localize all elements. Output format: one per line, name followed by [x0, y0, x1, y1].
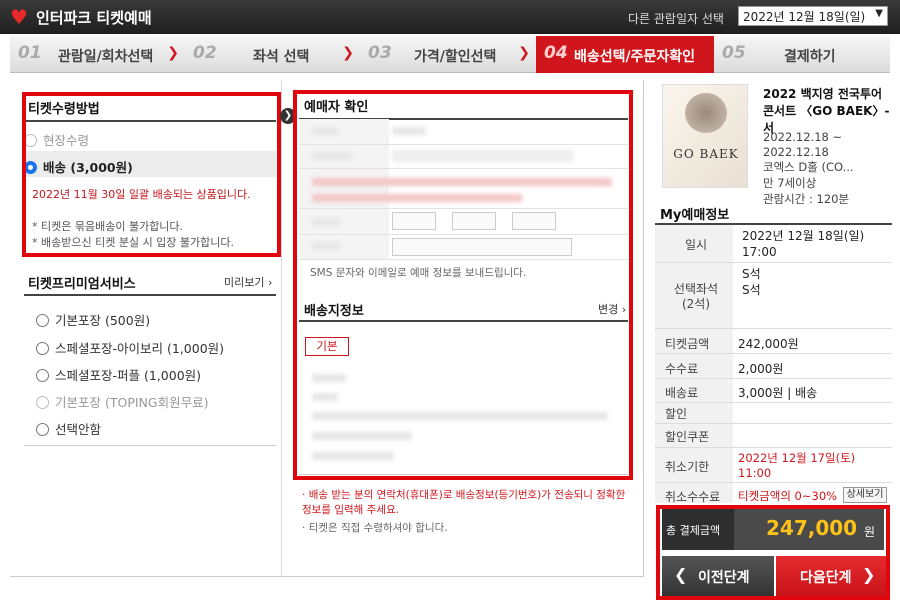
content-right-border [643, 80, 644, 577]
chevron-right-icon: ❯ [167, 45, 179, 61]
content-bottom-border [10, 576, 644, 577]
label-coupon: 할인쿠폰 [665, 430, 710, 444]
step-5[interactable]: 05 결제하기 [714, 36, 890, 73]
premium-option-4[interactable]: 기본포장 (TOPING회원무료) [36, 392, 208, 411]
label-datetime: 일시 [684, 238, 708, 252]
label-ticket-price: 티켓금액 [665, 337, 710, 351]
row-divider [655, 353, 892, 354]
row-divider [655, 423, 892, 424]
preview-link[interactable]: 미리보기 › [224, 274, 272, 290]
premium-option-5[interactable]: 선택안함 [36, 419, 101, 438]
show-venue: 코엑스 D홀 (CO... [763, 160, 854, 174]
step-1[interactable]: 01 관람일/회차선택 ❯ [10, 36, 185, 73]
poster-title: GO BAEK [673, 147, 739, 161]
label-discount: 할인 [665, 407, 688, 421]
premium-option-1[interactable]: 기본포장 (500원) [36, 310, 150, 329]
option-label: 스페셜포장-아이보리 (1,000원) [55, 341, 225, 356]
chevron-right-icon: ❯ [342, 45, 354, 61]
value-fee: 2,000원 [738, 362, 784, 376]
radio-icon [36, 342, 49, 355]
value-seats: S석 S석 [742, 267, 761, 297]
option-label: 기본포장 (500원) [55, 313, 151, 328]
row-divider [655, 262, 892, 263]
step-label: 결제하기 [784, 49, 836, 65]
step-label: 가격/할인선택 [414, 49, 497, 65]
divider [24, 445, 276, 446]
date-select-value: 2022년 12월 18일(일) [743, 10, 866, 24]
value-cancel-deadline: 2022년 12월 17일(토) 11:00 [738, 451, 856, 480]
label-seats: 선택좌석 (2석) [673, 282, 719, 311]
row-divider [655, 402, 892, 403]
mid-note-text: 티켓은 직접 수령하셔야 합니다. [308, 522, 448, 534]
highlight-box [293, 90, 633, 480]
step-4-active[interactable]: 04 배송선택/주문자확인 [536, 36, 714, 73]
label-shipping: 배송료 [665, 386, 699, 400]
step-label: 관람일/회차선택 [58, 49, 154, 65]
other-date-label: 다른 관람일자 선택 [628, 12, 724, 26]
premium-option-2[interactable]: 스페셜포장-아이보리 (1,000원) [36, 338, 224, 357]
radio-icon [36, 423, 49, 436]
step-2[interactable]: 02 좌석 선택 ❯ [185, 36, 360, 73]
highlight-box [22, 92, 281, 257]
value-shipping: 3,000원 | 배송 [738, 386, 818, 400]
poster-portrait [685, 93, 727, 133]
value-datetime: 2022년 12월 18일(일) 17:00 [742, 229, 865, 259]
mid-note-text: 배송 받는 분의 연락처(휴대폰)로 배송정보(등기번호)가 전송되니 정확한 … [302, 489, 626, 516]
label-cancel-deadline: 취소기한 [665, 460, 710, 474]
label-fee: 수수료 [665, 362, 699, 376]
step-number: 03 [368, 43, 392, 63]
step-number: 05 [722, 43, 746, 63]
option-label: 선택안함 [55, 422, 102, 437]
logo-text: 인터파크 티켓예매 [36, 9, 152, 27]
radio-icon [36, 369, 49, 382]
premium-title: 티켓프리미엄서비스 [28, 277, 136, 292]
show-runtime: 관람시간 : 120분 [763, 192, 850, 206]
heart-logo-icon: ♥ [10, 5, 28, 29]
show-dates: 2022.12.18 ~ 2022.12.18 [763, 130, 843, 159]
step-number: 01 [18, 43, 42, 63]
mid-note-2: · 티켓은 직접 수령하셔야 합니다. [302, 522, 448, 534]
chevron-right-icon: › [267, 276, 273, 289]
row-divider [655, 328, 892, 329]
row-divider [655, 447, 892, 448]
date-select[interactable]: 2022년 12월 18일(일) ▼ [738, 6, 888, 26]
premium-option-3[interactable]: 스페셜포장-퍼플 (1,000원) [36, 365, 201, 384]
radio-icon [36, 396, 49, 409]
step-label: 좌석 선택 [253, 49, 310, 65]
label-cancel-fee: 취소수수료 [665, 490, 721, 504]
option-label: 기본포장 (TOPING회원무료) [55, 395, 209, 410]
value-cancel-fee: 티켓금액의 0~30% [738, 489, 838, 503]
step-number: 04 [544, 43, 568, 63]
option-label: 스페셜포장-퍼플 (1,000원) [55, 368, 202, 383]
value-ticket-price: 242,000원 [738, 337, 799, 351]
step-navigation: 01 관람일/회차선택 ❯ 02 좌석 선택 ❯ 03 가격/할인선택 ❯ 04 배송선택/주… [10, 36, 890, 73]
step-label: 배송선택/주문자확인 [574, 49, 696, 65]
step-number: 02 [193, 43, 217, 63]
radio-icon [36, 314, 49, 327]
my-info-title: My예매정보 [660, 208, 730, 223]
show-poster: GO BAEK [662, 84, 748, 188]
divider [24, 294, 276, 296]
chevron-down-icon: ▼ [875, 8, 883, 19]
mid-note-1: · 배송 받는 분의 연락처(휴대폰)로 배송정보(등기번호)가 전송되니 정확… [302, 489, 626, 516]
highlight-box [656, 505, 890, 600]
row-divider [655, 482, 892, 483]
row-divider [655, 378, 892, 379]
chevron-right-icon: ❯ [518, 45, 530, 61]
preview-label: 미리보기 [224, 276, 265, 289]
detail-button[interactable]: 상세보기 [843, 487, 887, 503]
step-3[interactable]: 03 가격/할인선택 ❯ [360, 36, 536, 73]
show-age: 만 7세이상 [763, 176, 817, 190]
